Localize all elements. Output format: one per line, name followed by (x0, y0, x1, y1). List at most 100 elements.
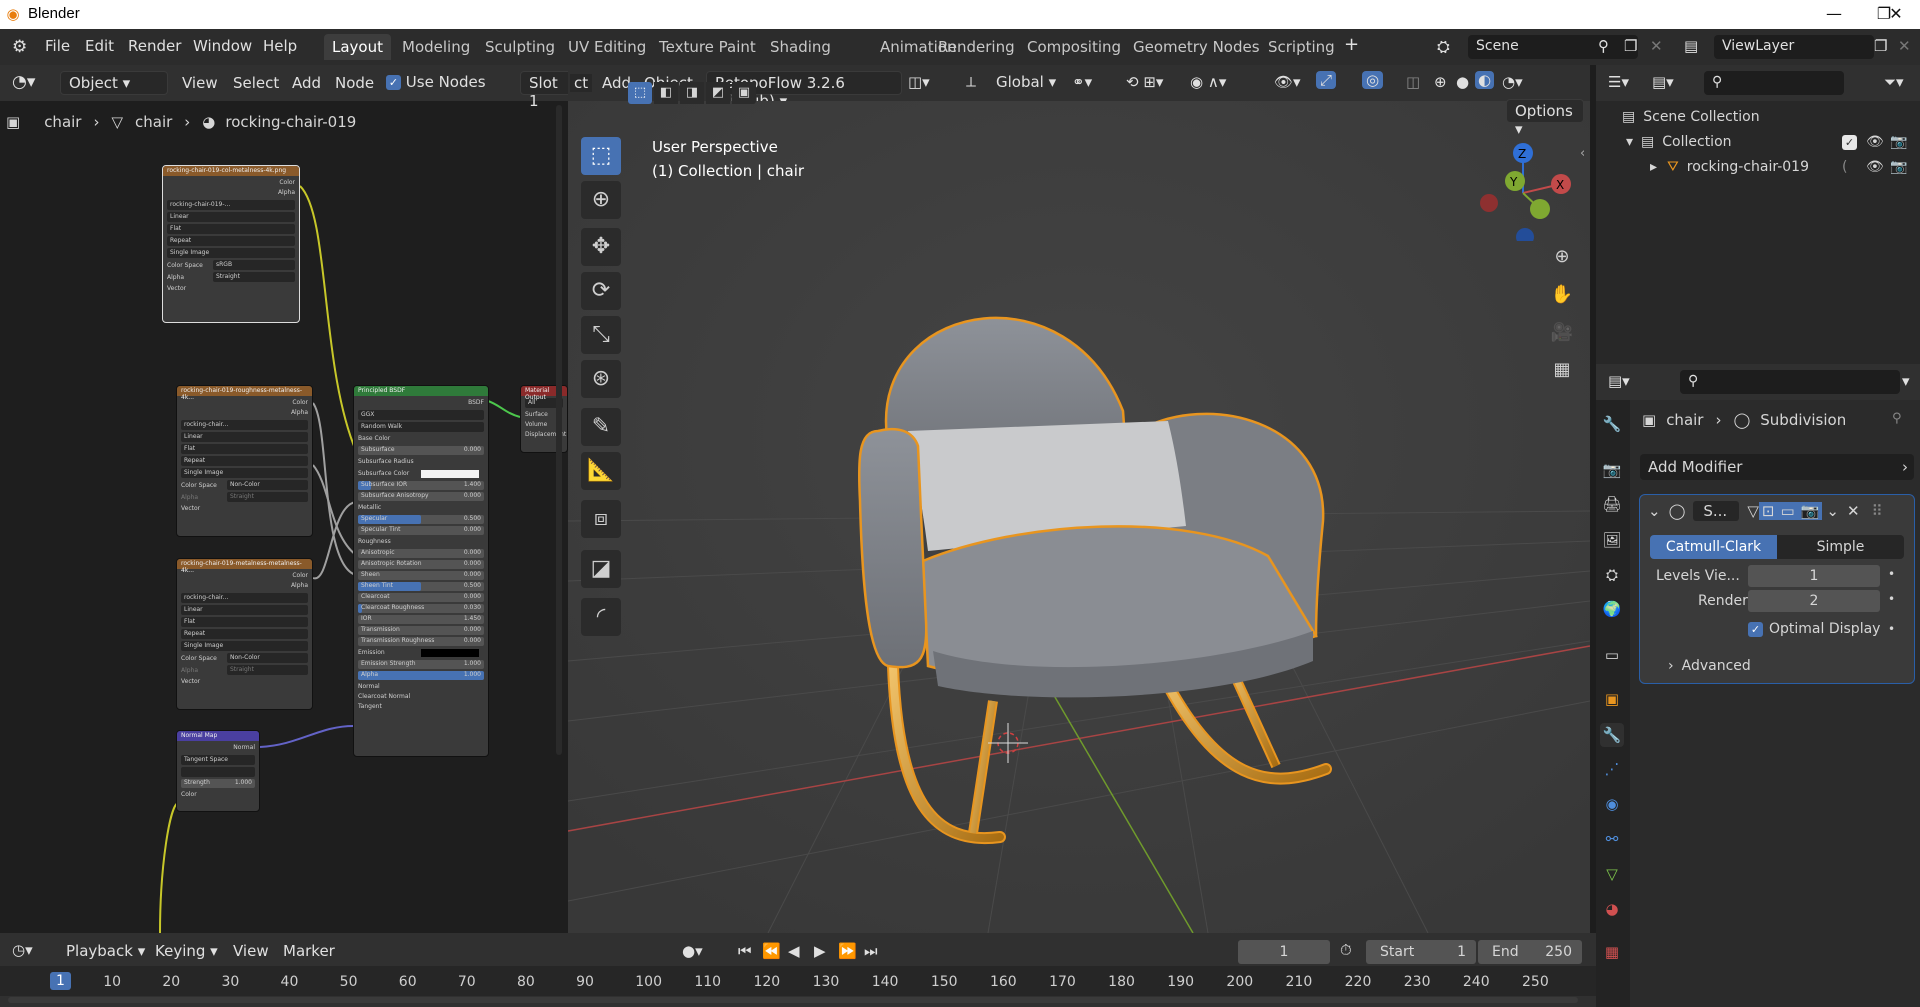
scene-tab-icon[interactable]: ⛭ (1600, 563, 1624, 587)
interpolation-dropdown[interactable]: Linear (181, 432, 308, 442)
normal-space-dropdown[interactable]: Tangent Space (181, 755, 255, 765)
collection-tab-icon[interactable]: ▭ (1600, 643, 1624, 667)
select-invert-icon[interactable]: ◩ (706, 82, 730, 104)
navigation-gizmo[interactable]: Z X Y (1468, 141, 1578, 241)
uv-map-field[interactable] (181, 767, 255, 777)
move-tool-icon[interactable]: ✥ (581, 228, 621, 266)
close-icon[interactable]: ✕ (1876, 2, 1916, 26)
optimal-display-checkbox[interactable]: ✓ Optimal Display (1748, 621, 1880, 637)
start-frame-field[interactable]: Start 1 (1366, 940, 1476, 964)
expand-icon[interactable]: ▾ (1626, 134, 1633, 150)
render-levels-field[interactable]: 2 (1748, 590, 1880, 612)
keying-menu[interactable]: Keying ▾ (155, 942, 218, 960)
jump-keyframe-back-icon[interactable]: ⏪ (762, 942, 781, 960)
extra-tool-icon[interactable]: ◜ (581, 598, 621, 636)
pin-icon[interactable]: ⚲ (1892, 411, 1902, 426)
alpha-dropdown[interactable]: Straight (227, 492, 308, 502)
new-view-layer-icon[interactable]: ❐ (1874, 37, 1887, 55)
outliner-search-input[interactable]: ⚲ (1704, 71, 1844, 95)
bsdf-param-transmission[interactable]: Transmission 0.000 (358, 626, 484, 635)
new-scene-icon[interactable]: ❐ (1624, 37, 1637, 55)
orientation-dropdown[interactable]: Global ▾ (988, 71, 1078, 95)
source-dropdown[interactable]: Single Image (181, 641, 308, 651)
visibility-icon[interactable]: 👁▾ (1274, 73, 1301, 91)
perspective-toggle-icon[interactable]: ▦ (1547, 355, 1577, 385)
proportional-editing-icon[interactable]: ◉ ∧▾ (1190, 73, 1226, 91)
projection-dropdown[interactable]: Flat (167, 224, 295, 234)
3d-viewport[interactable]: User Perspective (1) Collection | chair … (568, 82, 1590, 933)
add-workspace-icon[interactable]: + (1344, 34, 1359, 55)
extension-dropdown[interactable]: Repeat (167, 236, 295, 246)
particles-tab-icon[interactable]: ⋰ (1600, 757, 1624, 781)
outliner-object-row[interactable]: ▸ ⛛ rocking-chair-019 ( 👁 📷 (1650, 159, 1916, 175)
snap-icon[interactable]: ◫▾ (908, 73, 930, 91)
select-subtract-icon[interactable]: ◨ (680, 82, 704, 104)
bsdf-param-anisotropic-rotation[interactable]: Anisotropic Rotation 0.000 (358, 560, 484, 569)
bsdf-param-subsurface-ior[interactable]: Subsurface IOR 1.400 (358, 481, 484, 490)
bsdf-param-transmission-roughness[interactable]: Transmission Roughness 0.000 (358, 637, 484, 646)
play-icon[interactable]: ▶ (814, 942, 826, 960)
material-preview-icon[interactable]: ◐ (1475, 71, 1495, 89)
material-tab-icon[interactable]: ◕ (1600, 897, 1624, 921)
image-texture-node-color[interactable]: rocking-chair-019-col-metalness-4k.png C… (162, 165, 300, 323)
simple-button[interactable]: Simple (1777, 535, 1904, 559)
principled-bsdf-node[interactable]: Principled BSDF BSDF GGX Random Walk Bas… (353, 385, 489, 757)
modifier-tab-icon[interactable]: 🔧 (1600, 723, 1624, 747)
chevron-down-icon[interactable]: ▾ (1902, 372, 1910, 390)
extension-dropdown[interactable]: Repeat (181, 629, 308, 639)
delete-scene-icon[interactable]: ✕ (1650, 37, 1663, 55)
transform-orientation-icon[interactable]: ⟂ (966, 73, 976, 91)
timeline-editor-type-icon[interactable]: ◷▾ (12, 941, 33, 959)
jump-start-icon[interactable]: ⏮ (738, 942, 752, 960)
properties-editor-type-icon[interactable]: ▤▾ (1608, 372, 1630, 390)
world-tab-icon[interactable]: 🌍 (1600, 597, 1624, 621)
alpha-dropdown[interactable]: Straight (213, 272, 295, 282)
expand-icon[interactable]: ▸ (1650, 159, 1657, 175)
distribution-dropdown[interactable]: GGX (358, 410, 484, 420)
jump-end-icon[interactable]: ⏭ (864, 942, 878, 960)
menu-window[interactable]: Window (193, 37, 252, 55)
bsdf-param-sheen-tint[interactable]: Sheen Tint 0.500 (358, 582, 484, 591)
normal-map-node[interactable]: Normal Map Normal Tangent Space Strength… (176, 730, 260, 812)
current-frame-field[interactable]: 1 (1238, 940, 1330, 964)
camera-icon[interactable]: 📷 (1890, 134, 1907, 150)
minimize-icon[interactable]: — (1814, 2, 1854, 26)
timeline-scrollbar[interactable] (8, 997, 1578, 1003)
levels-viewport-field[interactable]: 1 (1748, 565, 1880, 587)
bsdf-param-clearcoat[interactable]: Clearcoat 0.000 (358, 593, 484, 602)
color-swatch[interactable] (421, 649, 479, 657)
strength-slider[interactable]: Strength 1.000 (181, 779, 255, 788)
advanced-subpanel[interactable]: › Advanced (1668, 658, 1751, 674)
image-file-field[interactable]: rocking-chair-019-... (167, 200, 295, 210)
transform-tool-icon[interactable]: ⊛ (581, 360, 621, 398)
extension-dropdown[interactable]: Repeat (181, 456, 308, 466)
xray-icon[interactable]: ◫ (1406, 73, 1420, 91)
node-editor-scrollbar[interactable] (556, 105, 562, 755)
menu-view[interactable]: View (233, 942, 269, 960)
source-dropdown[interactable]: Single Image (167, 248, 295, 258)
color-space-dropdown[interactable]: Non-Color (227, 480, 308, 490)
projection-dropdown[interactable]: Flat (181, 444, 308, 454)
select-box-tool-icon[interactable]: ⬚ (581, 137, 621, 175)
measure-tool-icon[interactable]: 📐 (581, 452, 621, 490)
image-file-field[interactable]: rocking-chair... (181, 593, 308, 603)
image-texture-node-metalness[interactable]: rocking-chair-019-metalness-metalness-4k… (176, 558, 313, 710)
sidebar-toggle-icon[interactable]: ‹ (1580, 146, 1585, 161)
object-tab-icon[interactable]: ▣ (1600, 687, 1624, 711)
menu-edit[interactable]: Edit (85, 37, 114, 55)
edit-mode-icon[interactable]: ▽ (1747, 502, 1759, 520)
keyframe-dot-icon[interactable]: • (1888, 622, 1895, 636)
keyframe-dot-icon[interactable]: • (1888, 592, 1895, 606)
camera-view-icon[interactable]: 🎥 (1547, 318, 1577, 348)
exclude-checkbox[interactable]: ✓ (1842, 134, 1857, 150)
object-mode-fragment[interactable]: ct (570, 74, 593, 92)
blender-menu-icon[interactable]: ⚙ (12, 37, 27, 57)
record-icon[interactable]: ●▾ (682, 942, 703, 960)
eye-icon[interactable]: 👁 (1866, 134, 1884, 150)
select-extend-icon[interactable]: ◧ (654, 82, 678, 104)
viewport-display-icon[interactable]: ▭ (1777, 502, 1798, 520)
rotate-tool-icon[interactable]: ⟳ (581, 272, 621, 310)
jump-keyframe-forward-icon[interactable]: ⏩ (838, 942, 857, 960)
image-file-field[interactable]: rocking-chair... (181, 420, 308, 430)
bsdf-param-clearcoat-roughness[interactable]: Clearcoat Roughness 0.030 (358, 604, 484, 613)
